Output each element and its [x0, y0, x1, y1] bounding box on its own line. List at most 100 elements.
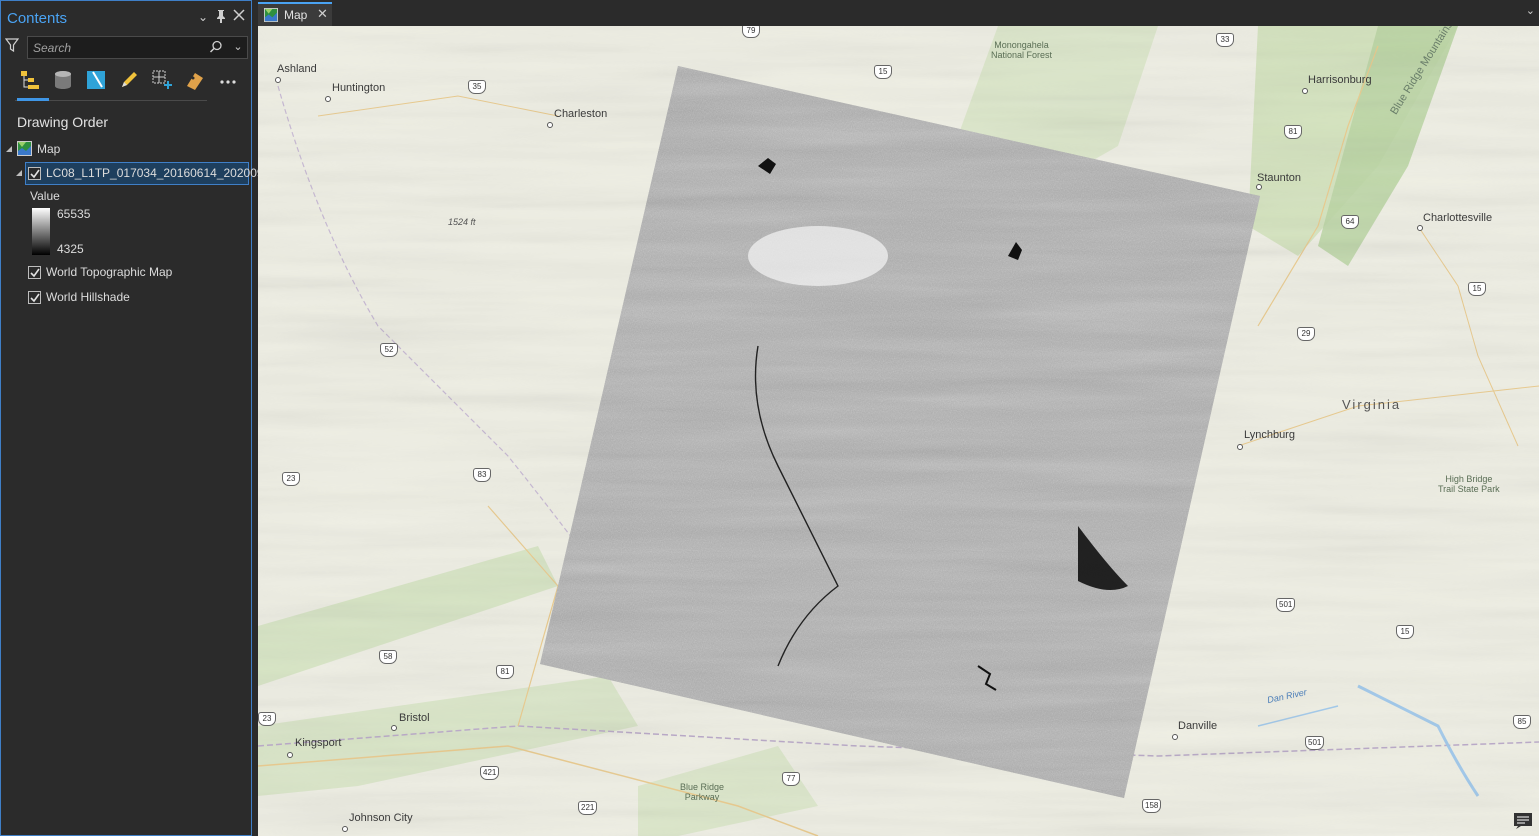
city-dot — [547, 122, 553, 128]
city-dot — [1256, 184, 1262, 190]
route-shield: 15 — [874, 65, 892, 79]
search-options-chevron-icon[interactable]: ⌄ — [231, 39, 245, 55]
tree-item-map[interactable]: Map — [1, 138, 251, 160]
route-shield: 52 — [380, 343, 398, 357]
route-shield: 15 — [1468, 282, 1486, 296]
topographic-label: World Topographic Map — [46, 265, 173, 279]
auto-hide-pin-icon[interactable] — [214, 9, 228, 25]
legend-min-value: 4325 — [57, 242, 84, 256]
route-shield: 29 — [1297, 327, 1315, 341]
city-dot — [287, 752, 293, 758]
raster-layer-row[interactable]: LC08_L1TP_017034_20160614_202009... — [1, 162, 274, 184]
collapse-triangle-icon[interactable] — [15, 169, 23, 177]
search-input[interactable] — [28, 37, 204, 58]
route-shield: 64 — [1341, 215, 1359, 229]
place-label: Kingsport — [295, 737, 342, 749]
close-tab-icon[interactable]: ✕ — [317, 6, 328, 22]
more-icon — [220, 80, 236, 84]
list-by-editing-icon — [122, 72, 137, 87]
place-label: Ashland — [277, 63, 317, 75]
list-by-selection-icon — [87, 71, 105, 89]
pane-options-chevron-icon[interactable]: ⌄ — [196, 9, 210, 25]
city-dot — [1417, 225, 1423, 231]
active-view-indicator — [17, 98, 49, 101]
map-node-label: Map — [37, 142, 61, 156]
collapse-triangle-icon[interactable] — [5, 145, 13, 153]
legend-color-ramp — [32, 208, 50, 255]
checkmark-icon — [30, 268, 40, 278]
route-shield: 221 — [578, 801, 598, 815]
list-by-snapping-icon — [152, 70, 172, 89]
place-label: Harrisonburg — [1308, 74, 1372, 86]
route-shield: 15 — [1396, 625, 1414, 639]
list-by-editing-button[interactable] — [114, 65, 144, 95]
hillshade-checkbox[interactable] — [28, 291, 41, 304]
place-label: Danville — [1178, 720, 1218, 732]
route-shield: 23 — [258, 712, 276, 726]
search-icon[interactable] — [209, 40, 223, 54]
state-label: Virginia — [1342, 397, 1402, 412]
list-by-data-source-button[interactable] — [48, 65, 78, 95]
place-label: Huntington — [332, 82, 386, 94]
notifications-icon[interactable] — [1513, 812, 1533, 830]
list-by-data-source-icon — [55, 71, 71, 89]
tab-overflow-chevron-icon[interactable]: ⌄ — [1526, 4, 1535, 17]
route-shield: 81 — [1284, 125, 1302, 139]
tree-item-hillshade[interactable]: World Hillshade — [1, 286, 251, 308]
place-label: Lynchburg — [1244, 429, 1295, 441]
contents-title: Contents — [7, 10, 68, 27]
city-dot — [391, 725, 397, 731]
place-label: Bristol — [399, 712, 430, 724]
list-by-drawing-order-icon — [21, 71, 39, 89]
map-view[interactable]: Ashland Huntington Charleston Harrisonbu… — [258, 26, 1539, 836]
list-by-labeling-button[interactable] — [180, 65, 210, 95]
route-shield: 35 — [468, 80, 486, 94]
contents-pane: Contents ⌄ ⌄ — [0, 0, 274, 836]
topographic-checkbox[interactable] — [28, 266, 41, 279]
city-dot — [325, 96, 331, 102]
view-tab-strip: Map ✕ ⌄ — [254, 0, 1539, 26]
checkmark-icon — [30, 169, 40, 179]
route-shield: 79 — [742, 26, 760, 38]
basemap — [258, 26, 1539, 836]
raster-layer-checkbox[interactable] — [28, 167, 41, 180]
map-icon — [264, 8, 278, 22]
park-label: High Bridge Trail State Park — [1438, 474, 1500, 494]
city-dot — [1302, 88, 1308, 94]
list-by-labeling-icon — [187, 73, 203, 90]
list-by-snapping-button[interactable] — [147, 65, 177, 95]
route-shield: 33 — [1216, 33, 1234, 47]
tab-map-label: Map — [284, 8, 308, 22]
city-dot — [1237, 444, 1243, 450]
route-shield: 158 — [1142, 799, 1162, 813]
map-icon — [17, 141, 32, 156]
route-shield: 501 — [1276, 598, 1296, 612]
route-shield: 58 — [379, 650, 397, 664]
tree-item-topographic[interactable]: World Topographic Map — [1, 261, 251, 283]
close-pane-icon[interactable] — [232, 9, 246, 25]
route-shield: 85 — [1513, 715, 1531, 729]
route-shield: 23 — [282, 472, 300, 486]
route-shield: 83 — [473, 468, 491, 482]
route-shield: 77 — [782, 772, 800, 786]
search-box[interactable]: ⌄ — [27, 36, 248, 59]
filter-icon[interactable] — [4, 38, 21, 54]
checkmark-icon — [30, 293, 40, 303]
drawing-order-title: Drawing Order — [17, 114, 109, 130]
list-by-selection-button[interactable] — [81, 65, 111, 95]
list-by-drawing-order-button[interactable] — [15, 65, 45, 95]
hillshade-label: World Hillshade — [46, 290, 130, 304]
tab-map[interactable]: Map ✕ — [258, 2, 332, 26]
legend-max-value: 65535 — [57, 207, 91, 221]
route-shield: 501 — [1305, 736, 1325, 750]
raster-layer-label: LC08_L1TP_017034_20160614_202009... — [46, 166, 274, 180]
contents-toolbar — [15, 65, 239, 101]
place-label: Charleston — [554, 108, 608, 120]
city-dot — [342, 826, 348, 832]
place-label: Johnson City — [349, 812, 413, 824]
place-label: Staunton — [1257, 172, 1302, 184]
more-options-button[interactable] — [213, 65, 243, 95]
place-label: Charlottesville — [1423, 212, 1493, 224]
parkway-label: Blue Ridge Parkway — [680, 782, 725, 802]
route-shield: 421 — [480, 766, 500, 780]
